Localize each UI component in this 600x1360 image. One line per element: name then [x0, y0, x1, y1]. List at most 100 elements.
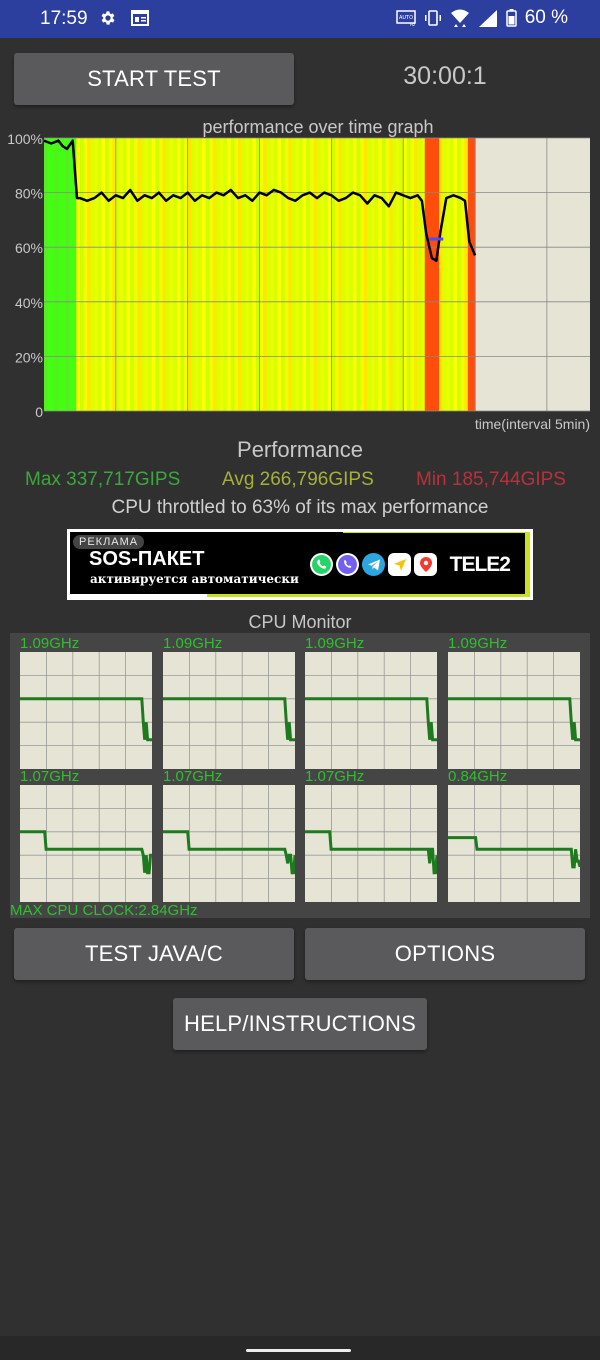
core-frequency: 1.09GHz [163, 635, 223, 652]
core-graph [305, 785, 437, 902]
core-graph [20, 785, 152, 902]
cpu-core-2: 1.09GHz [305, 635, 447, 769]
navigation-bar [0, 1336, 600, 1360]
performance-bar [302, 138, 307, 411]
performance-bar [83, 138, 88, 411]
performance-bar [130, 138, 135, 411]
core-graph [163, 785, 295, 902]
calendar-icon [131, 10, 149, 26]
performance-bar [230, 138, 235, 411]
core-graph [448, 785, 580, 902]
performance-bar [47, 138, 52, 411]
core-graph-background [163, 785, 295, 902]
start-test-button[interactable]: START TEST [14, 53, 294, 105]
y-tick-label: 80% [15, 186, 43, 202]
status-time: 17:59 [40, 8, 88, 29]
performance-bar [349, 138, 354, 411]
performance-bar [162, 138, 167, 411]
performance-bar [166, 138, 171, 411]
cpu-core-0: 1.09GHz [20, 635, 162, 769]
core-frequency: 1.09GHz [20, 635, 80, 652]
performance-bar [148, 138, 153, 411]
performance-bar [212, 138, 218, 411]
performance-bar [169, 138, 174, 411]
throttle-marker [429, 237, 444, 241]
performance-bar [198, 138, 203, 411]
performance-stats: Max 337,717GIPS Avg 266,796GIPS Min 185,… [0, 469, 600, 493]
home-gesture-handle[interactable] [246, 1349, 351, 1352]
performance-bar [144, 138, 149, 411]
signal-icon [478, 10, 497, 27]
performance-bar [155, 138, 160, 411]
y-tick-label: 20% [15, 349, 43, 365]
performance-bar [367, 138, 372, 411]
help-instructions-button[interactable]: HELP/INSTRUCTIONS [173, 998, 427, 1050]
cpu-core-1: 1.09GHz [163, 635, 305, 769]
cpu-monitor-panel: 1.09GHz 1.09GHz 1.09GHz 1.09GHz 1.07GHz … [10, 633, 590, 919]
test-java-c-button[interactable]: TEST JAVA/C [14, 928, 294, 980]
core-frequency: 1.07GHz [20, 768, 80, 785]
performance-bar [101, 138, 106, 411]
max-performance: Max 337,717GIPS [25, 469, 181, 490]
battery-percent: 60 % [524, 7, 568, 28]
core-frequency: 0.84GHz [448, 768, 508, 785]
performance-bar [205, 138, 210, 411]
svg-text:AUTO: AUTO [399, 15, 413, 21]
performance-bar [158, 138, 164, 411]
performance-bar [435, 138, 440, 411]
wifi-icon [450, 9, 469, 27]
performance-bar [65, 138, 70, 411]
ad-subtitle: активируется автоматически [90, 572, 299, 586]
max-cpu-clock: MAX CPU CLOCK:2.84GHz [10, 902, 198, 919]
ad-banner[interactable]: РЕКЛАМА SOS-ПАКЕТ активируется автоматич… [67, 529, 533, 600]
performance-bar [449, 138, 455, 411]
ad-label: РЕКЛАМА [73, 535, 145, 549]
performance-bar [356, 138, 361, 411]
performance-bar [352, 138, 358, 411]
performance-bar [442, 138, 447, 411]
performance-bar [151, 138, 156, 411]
performance-bar [108, 138, 113, 411]
performance-bar [270, 138, 275, 411]
svg-text:Hz: Hz [410, 22, 415, 26]
core-graph [448, 652, 580, 769]
performance-bar [119, 138, 124, 411]
performance-bar [410, 138, 415, 411]
performance-bar [44, 138, 49, 411]
performance-bar [324, 138, 329, 411]
options-button[interactable]: OPTIONS [305, 928, 585, 980]
performance-bar [191, 138, 196, 411]
performance-bar [209, 138, 214, 411]
performance-bar [338, 138, 343, 411]
viber-icon [336, 553, 359, 576]
ad-accent-stripe-bottom [190, 594, 530, 597]
performance-bar [291, 138, 297, 411]
performance-bar [446, 138, 451, 411]
cpu-core-4: 1.07GHz [20, 768, 162, 902]
performance-bar [406, 138, 411, 411]
min-performance: Min 185,744GIPS [416, 469, 566, 490]
performance-bar [360, 138, 365, 411]
auto-hz-icon: AUTOHz [395, 10, 416, 26]
performance-bar [334, 138, 340, 411]
performance-bar [76, 138, 81, 411]
core-graph-background [20, 785, 152, 902]
ad-app-icons [310, 553, 437, 576]
performance-bar [363, 138, 368, 411]
throttle-summary: CPU throttled to 63% of its max performa… [111, 497, 489, 518]
avg-performance: Avg 266,796GIPS [222, 469, 374, 490]
performance-bar [105, 138, 110, 411]
cpu-core-3: 1.09GHz [448, 635, 590, 769]
performance-bar [421, 138, 426, 411]
core-graph-background [305, 785, 437, 902]
performance-bar [313, 138, 318, 411]
performance-bar [263, 138, 268, 411]
performance-bar [123, 138, 128, 411]
performance-bar [284, 138, 289, 411]
performance-bar [173, 138, 178, 411]
performance-bar [428, 138, 433, 411]
cpu-core-5: 1.07GHz [163, 768, 305, 902]
performance-bar [58, 138, 63, 411]
telegram-icon [362, 553, 385, 576]
performance-bar [403, 138, 408, 411]
